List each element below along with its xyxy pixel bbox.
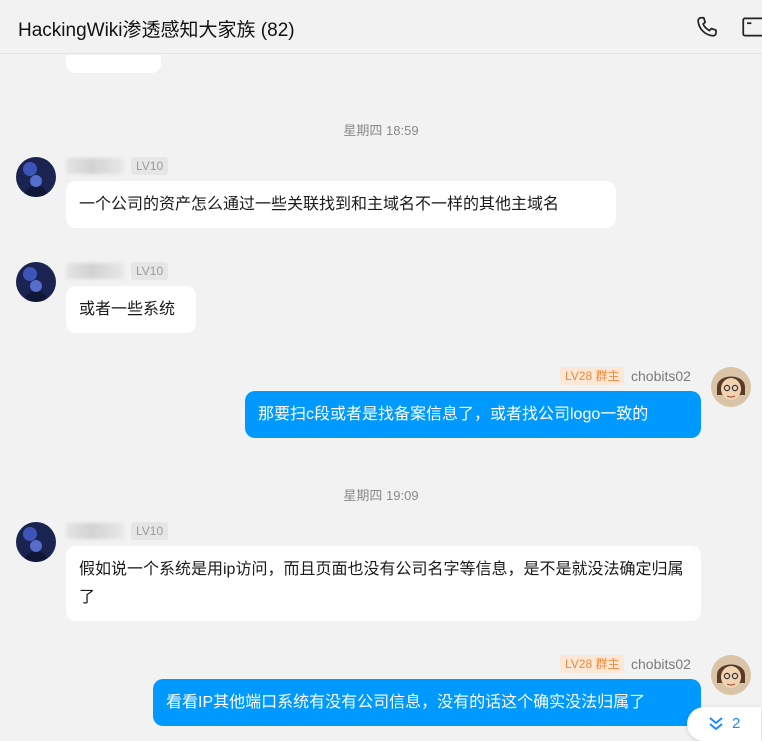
avatar[interactable]: [711, 655, 751, 695]
sender-name[interactable]: chobits02: [631, 368, 691, 384]
avatar[interactable]: [711, 367, 751, 407]
new-messages-count: 2: [732, 715, 741, 732]
chat-title: HackingWiki渗透感知大家族 (82): [18, 20, 295, 41]
avatar[interactable]: [16, 157, 56, 197]
phone-icon[interactable]: [694, 14, 720, 40]
message-bubble-partial[interactable]: [66, 55, 161, 73]
sender-name[interactable]: chobits02: [631, 656, 691, 672]
avatar[interactable]: [16, 262, 56, 302]
level-badge: LV10: [131, 522, 169, 540]
new-messages-button[interactable]: 2: [687, 707, 761, 741]
message-bubble[interactable]: 或者一些系统: [66, 286, 196, 333]
sender-name: [66, 523, 124, 539]
message-list[interactable]: 星期四 18:59 LV10 一个公司的资产怎么通过一些关联找到和主域名不一样的…: [0, 55, 762, 741]
time-separator: 星期四 19:09: [343, 488, 419, 503]
message-bubble-self[interactable]: 那要扫c段或者是找备案信息了，或者找公司logo一致的: [245, 391, 701, 438]
level-badge: LV10: [131, 262, 169, 280]
message-bubble[interactable]: 假如说一个系统是用ip访问，而且页面也没有公司名字等信息，是不是就没法确定归属了: [66, 546, 701, 621]
sender-name: [66, 158, 124, 174]
owner-badge: LV28 群主: [560, 655, 625, 673]
double-chevron-down-icon: [709, 717, 723, 731]
sender-name: [66, 263, 124, 279]
message-bubble[interactable]: 一个公司的资产怎么通过一些关联找到和主域名不一样的其他主域名: [66, 181, 616, 228]
avatar[interactable]: [16, 522, 56, 562]
chat-header: HackingWiki渗透感知大家族 (82): [0, 0, 762, 54]
level-badge: LV10: [131, 157, 169, 175]
time-separator: 星期四 18:59: [343, 123, 419, 138]
owner-badge: LV28 群主: [560, 367, 625, 385]
message-bubble-self[interactable]: 看看IP其他端口系统有没有公司信息，没有的话这个确实没法归属了: [153, 679, 701, 726]
window-icon[interactable]: [740, 14, 762, 40]
